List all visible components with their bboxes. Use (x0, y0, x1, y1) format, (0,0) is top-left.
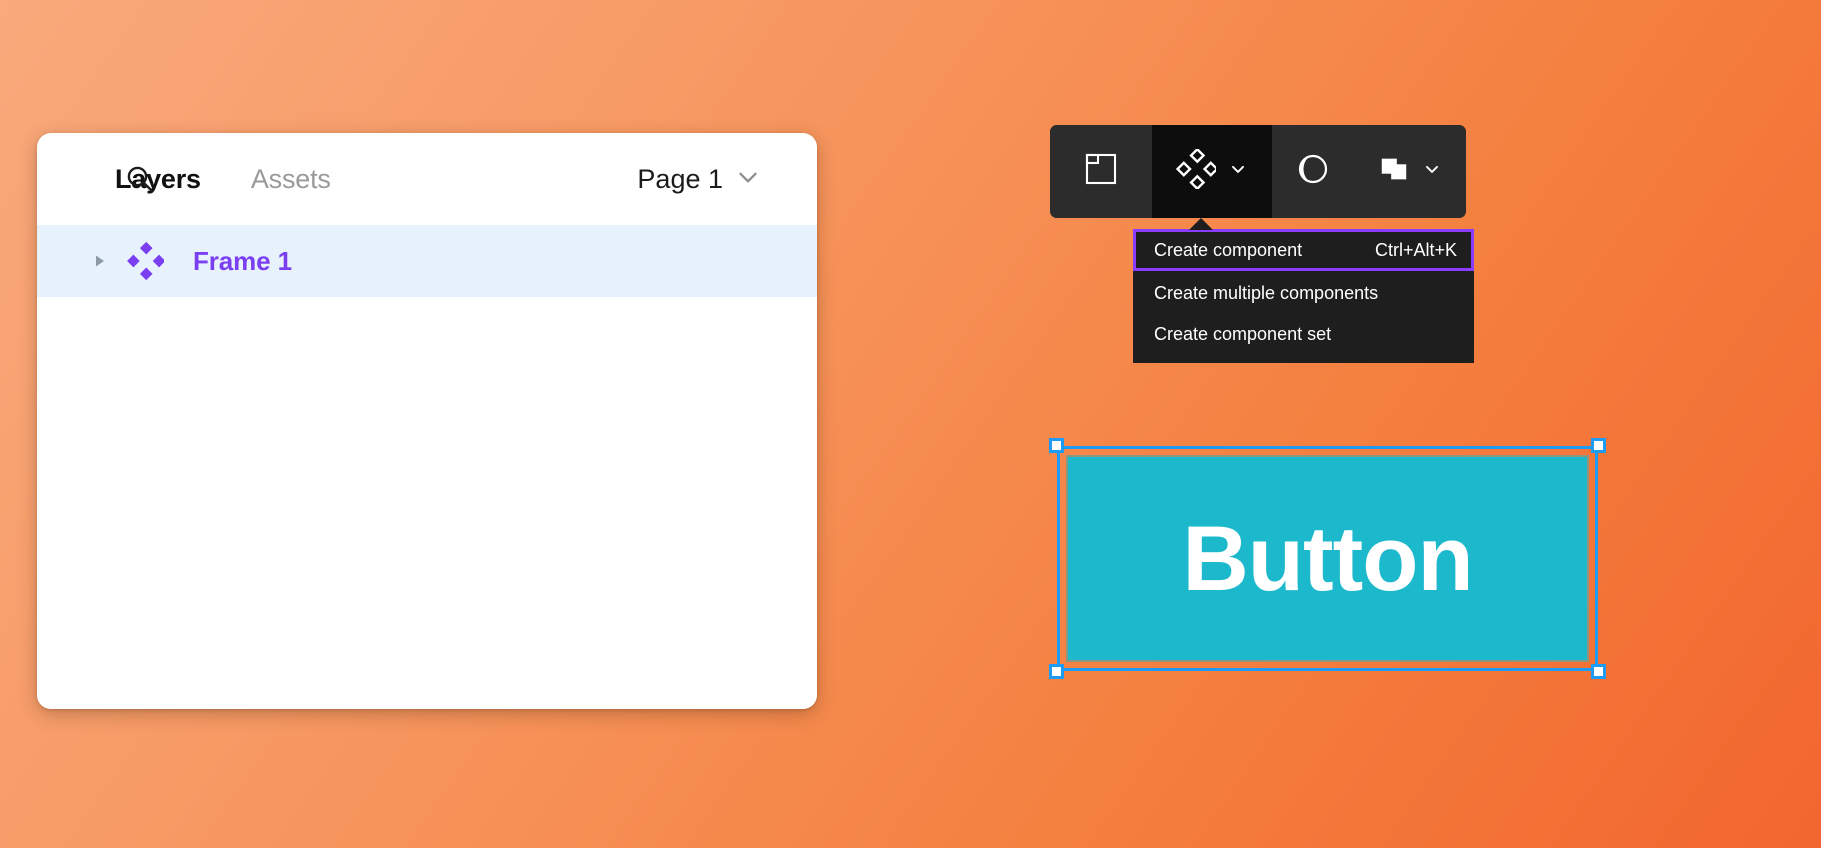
boolean-union-icon (1378, 153, 1410, 190)
resize-handle-top-right[interactable] (1591, 438, 1606, 453)
resize-handle-bottom-left[interactable] (1049, 664, 1064, 679)
chevron-down-icon (735, 164, 761, 195)
create-component-dropdown: Create component Ctrl+Alt+K Create multi… (1133, 229, 1474, 363)
menu-item-create-multiple-components[interactable]: Create multiple components (1133, 274, 1474, 312)
toolbar-create-component-button[interactable] (1152, 125, 1272, 218)
tab-assets[interactable]: Assets (251, 164, 331, 195)
page-selector[interactable]: Page 1 (637, 164, 783, 195)
component-icon (1175, 147, 1219, 194)
chevron-down-icon[interactable] (1228, 159, 1248, 184)
triangle-right-icon[interactable] (87, 252, 113, 270)
mask-icon (1296, 152, 1330, 191)
toolbar-frame-button[interactable] (1050, 125, 1152, 218)
layer-row-frame-1[interactable]: Frame 1 (37, 225, 817, 297)
layers-panel-header: Layers Assets Page 1 (37, 133, 817, 225)
resize-handle-bottom-right[interactable] (1591, 664, 1606, 679)
frame-icon (1084, 152, 1118, 191)
page-selector-label: Page 1 (637, 163, 723, 194)
component-icon (119, 242, 171, 280)
menu-item-create-component-set[interactable]: Create component set (1133, 315, 1474, 353)
menu-item-create-component[interactable]: Create component Ctrl+Alt+K (1133, 229, 1474, 271)
menu-item-label: Create component set (1154, 323, 1332, 344)
layers-list: Frame 1 (37, 225, 817, 709)
search-icon[interactable] (125, 164, 155, 194)
canvas-toolbar (1050, 125, 1466, 218)
button-label: Button (1182, 507, 1473, 610)
toolbar-mask-button[interactable] (1272, 125, 1354, 218)
button-shape[interactable]: Button (1066, 455, 1589, 662)
resize-handle-top-left[interactable] (1049, 438, 1064, 453)
menu-item-shortcut: Ctrl+Alt+K (1374, 239, 1457, 260)
menu-item-label: Create component (1154, 239, 1303, 260)
dropdown-pointer-arrow (1189, 218, 1213, 230)
layer-row-label: Frame 1 (193, 245, 293, 276)
canvas-selection[interactable]: Button (1049, 438, 1606, 679)
layers-panel: Layers Assets Page 1 Frame 1 (37, 133, 817, 709)
menu-item-label: Create multiple components (1154, 282, 1379, 303)
chevron-down-icon[interactable] (1422, 159, 1442, 184)
toolbar-boolean-button[interactable] (1354, 125, 1466, 218)
